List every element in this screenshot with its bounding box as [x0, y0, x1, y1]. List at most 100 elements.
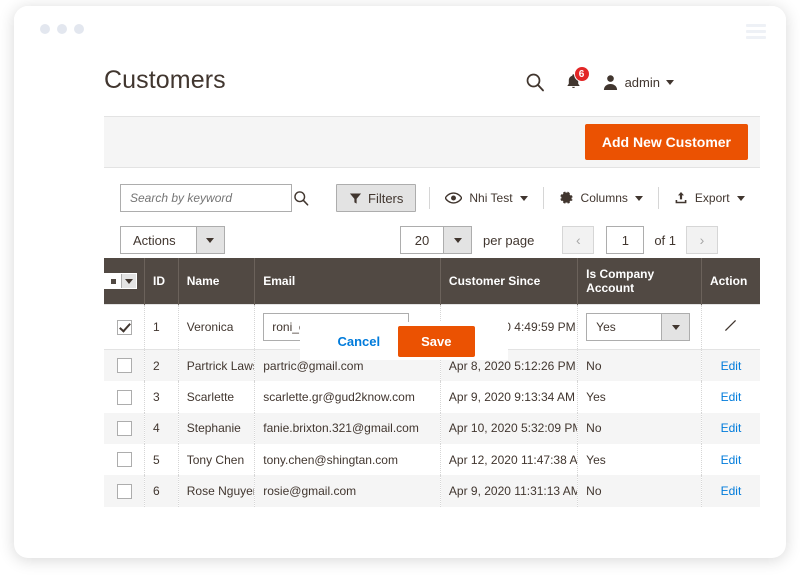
search-input[interactable] — [121, 191, 293, 205]
add-new-customer-button[interactable]: Add New Customer — [584, 124, 748, 160]
row-checkbox[interactable] — [116, 420, 132, 436]
cell-email: rosie@gmail.com — [254, 475, 441, 507]
hamburger-menu-icon[interactable] — [746, 24, 766, 42]
column-header-email[interactable]: Email — [254, 258, 441, 305]
cell-action[interactable] — [701, 304, 760, 350]
cell-id: 2 — [144, 349, 179, 382]
column-header-name[interactable]: Name — [178, 258, 256, 305]
checkbox-dropdown-icon[interactable] — [104, 273, 137, 289]
per-page-label: per page — [483, 232, 535, 248]
cell-email: fanie.brixton.321@gmail.com — [254, 412, 441, 444]
search-icon[interactable] — [293, 190, 317, 206]
page-actions-bar: Add New Customer — [104, 116, 760, 168]
row-checkbox-cell[interactable] — [104, 475, 145, 507]
cell-is-company-account: No — [577, 475, 702, 507]
cell-action[interactable]: Edit — [701, 381, 760, 412]
edit-link[interactable]: Edit — [721, 484, 742, 498]
cell-action[interactable]: Edit — [701, 413, 760, 444]
row-checkbox[interactable] — [116, 483, 132, 499]
row-checkbox-cell[interactable] — [104, 349, 145, 382]
column-header-customer-since[interactable]: Customer Since — [440, 258, 579, 305]
row-checkbox[interactable] — [116, 358, 132, 374]
customers-grid: ID Name Email Customer Since Is Company … — [104, 258, 760, 507]
row-checkbox-cell[interactable] — [104, 304, 145, 350]
column-header-action: Action — [701, 258, 760, 305]
previous-page-button[interactable]: ‹ — [562, 226, 595, 254]
eye-icon — [445, 192, 463, 204]
cell-name: Scarlette — [178, 381, 256, 413]
browser-chrome — [14, 6, 786, 52]
bookmark-views-button[interactable]: Nhi Test — [443, 191, 529, 205]
cell-id: 6 — [144, 475, 179, 507]
row-checkbox-cell[interactable] — [104, 381, 145, 413]
chevron-down-icon[interactable] — [195, 227, 224, 253]
column-header-is-company-account[interactable]: Is Company Account — [577, 258, 702, 305]
cell-customer-since: Apr 12, 2020 11:47:38 AM — [440, 443, 579, 476]
notifications-badge: 6 — [573, 66, 590, 82]
select-all-header[interactable] — [104, 258, 145, 305]
edit-link[interactable]: Edit — [721, 453, 742, 467]
browser-window: Customers 6 admin Add New Customer Searc… — [14, 6, 786, 558]
row-checkbox-cell[interactable] — [104, 443, 145, 476]
row-checkbox[interactable] — [116, 452, 132, 468]
is-company-account-dropdown[interactable]: Yes — [586, 313, 691, 341]
cancel-button[interactable]: Cancel — [333, 328, 384, 355]
cell-action[interactable]: Edit — [701, 350, 760, 382]
column-header-id[interactable]: ID — [144, 258, 179, 305]
cell-email: tony.chen@shingtan.com — [254, 443, 441, 476]
user-menu-label: admin — [624, 74, 660, 90]
table-header: ID Name Email Customer Since Is Company … — [104, 258, 760, 305]
cell-is-company-account: Yes — [577, 443, 702, 476]
cell-name: Veronica — [178, 304, 256, 350]
grid-toolbar: Filters Nhi Test — [104, 184, 760, 258]
window-dot-minimize[interactable] — [57, 24, 67, 34]
search-icon[interactable] — [525, 72, 545, 92]
table-row: 3 Scarlette scarlette.gr@gud2know.com Ap… — [104, 381, 760, 413]
toolbar-divider — [429, 187, 431, 209]
actions-dropdown-label: Actions — [133, 232, 176, 248]
page-total-label: of 1 — [654, 232, 677, 248]
cell-id: 3 — [144, 381, 179, 413]
edit-link[interactable]: Edit — [721, 421, 742, 435]
cell-name: Partrick Laws — [178, 349, 256, 382]
row-checkbox[interactable] — [116, 389, 132, 405]
columns-button[interactable]: Columns — [557, 190, 645, 206]
window-controls — [40, 24, 84, 34]
cell-action[interactable]: Edit — [701, 475, 760, 506]
inline-edit-actions: Cancel Save — [300, 322, 508, 360]
per-page-dropdown[interactable]: 20 — [400, 226, 472, 254]
chevron-down-icon — [666, 79, 674, 85]
header-actions: 6 admin — [525, 66, 674, 92]
funnel-icon — [349, 192, 362, 204]
notifications-button[interactable]: 6 — [565, 66, 590, 91]
chevron-down-icon — [736, 195, 745, 201]
filters-button[interactable]: Filters — [336, 184, 417, 212]
cell-customer-since: Apr 10, 2020 5:32:09 PM — [440, 412, 579, 444]
cell-name: Rose Nguyen — [178, 475, 256, 507]
chevron-down-icon[interactable] — [661, 314, 690, 340]
user-menu[interactable]: admin — [602, 74, 674, 91]
view-label: Nhi Test — [469, 191, 513, 205]
window-dot-close[interactable] — [40, 24, 50, 34]
cell-action[interactable]: Edit — [701, 444, 760, 475]
actions-dropdown[interactable]: Actions — [120, 226, 225, 254]
columns-label: Columns — [580, 191, 628, 205]
chevron-down-icon[interactable] — [443, 227, 471, 253]
cell-customer-since: Apr 9, 2020 11:31:13 AM — [440, 475, 579, 507]
row-checkbox[interactable] — [116, 319, 132, 335]
save-button[interactable]: Save — [398, 325, 475, 357]
cell-is-company-account: No — [577, 412, 702, 444]
next-page-button[interactable]: › — [686, 226, 719, 254]
page-number-input[interactable]: 1 — [606, 226, 645, 254]
edit-link[interactable]: Edit — [721, 390, 742, 404]
edit-link[interactable]: Edit — [721, 359, 742, 373]
per-page-value: 20 — [414, 232, 430, 248]
window-dot-maximize[interactable] — [74, 24, 84, 34]
chevron-down-icon — [519, 195, 528, 201]
page-header: Customers 6 admin — [104, 52, 760, 116]
export-button[interactable]: Export — [672, 191, 747, 205]
table-row: 6 Rose Nguyen rosie@gmail.com Apr 9, 202… — [104, 475, 760, 507]
pencil-edit-icon[interactable] — [723, 318, 738, 336]
row-checkbox-cell[interactable] — [104, 412, 145, 444]
search-field[interactable] — [120, 184, 309, 212]
